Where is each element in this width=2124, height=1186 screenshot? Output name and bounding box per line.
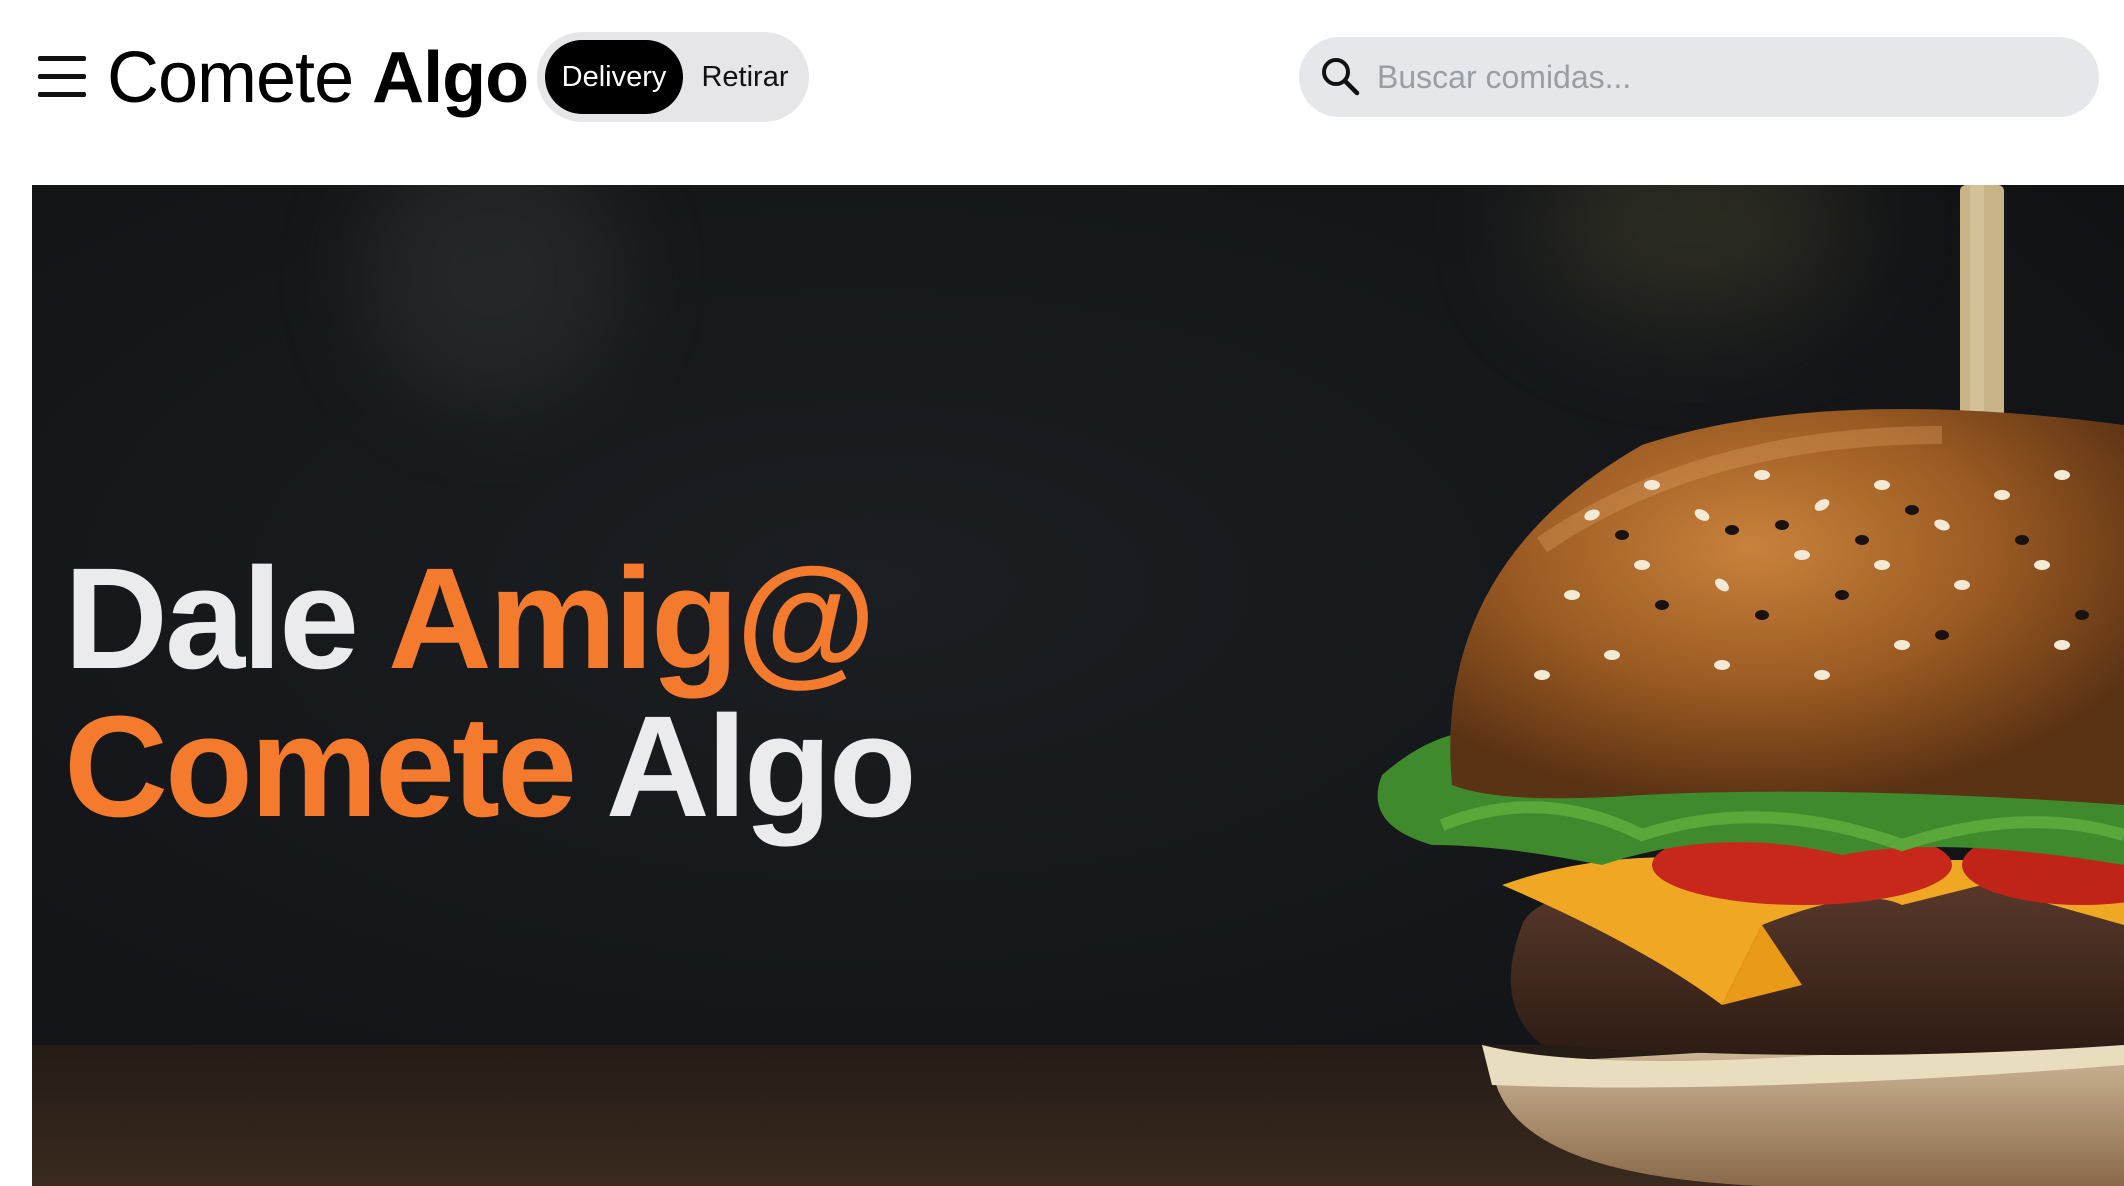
brand-name-part2: Algo [372,38,529,118]
brand-logo[interactable]: Comete Algo [107,38,529,118]
hero-word-comete: Comete [64,686,577,847]
hero-word-dale: Dale [64,538,359,699]
search-input[interactable] [1377,45,2077,109]
delivery-mode-toggle: Delivery Retirar [537,32,809,122]
hamburger-menu-icon[interactable] [36,52,88,102]
search-icon[interactable] [1319,55,1363,99]
hero-banner: Dale Amig@ Comete Algo [32,185,2124,1186]
pickup-option-button[interactable]: Retirar [689,40,801,114]
search-bar [1299,37,2099,117]
top-navigation-bar: Comete Algo Delivery Retirar [0,0,2124,152]
hero-word-amig: Amig@ [387,538,876,699]
hero-word-algo: Algo [605,686,917,847]
burger-photo [1377,185,2124,1186]
hero-headline: Dale Amig@ Comete Algo [64,545,917,841]
delivery-option-button[interactable]: Delivery [545,40,683,114]
brand-name-part1: Comete [107,38,354,118]
